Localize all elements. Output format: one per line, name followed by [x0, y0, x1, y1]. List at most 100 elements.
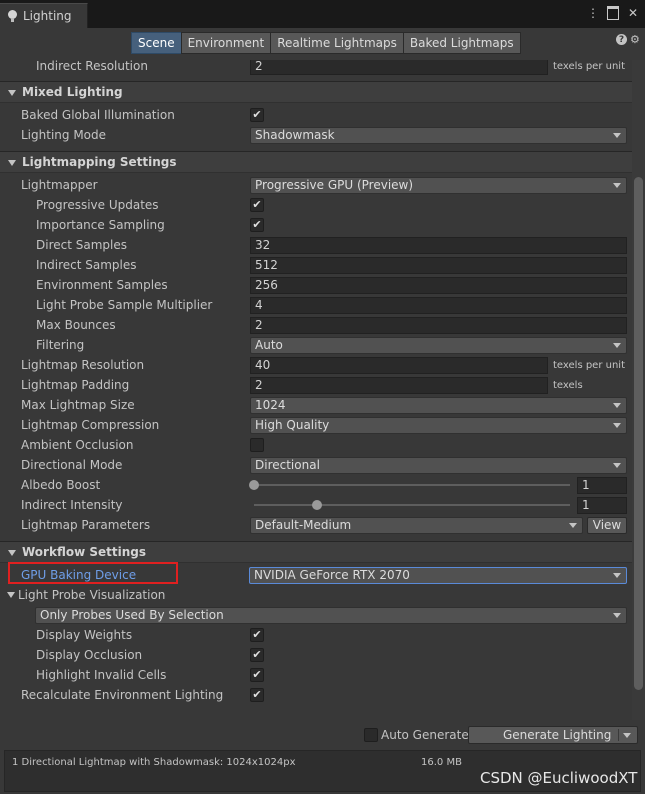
dropdown-arrow-icon [613, 572, 621, 578]
light-probe-multiplier-label: Light Probe Sample Multiplier [36, 298, 213, 312]
dropdown-value: Default-Medium [255, 518, 352, 532]
progressive-updates-label: Progressive Updates [36, 198, 159, 212]
baked-gi-checkbox[interactable]: ✔ [250, 108, 264, 122]
lightmap-parameters-dropdown[interactable]: Default-Medium [250, 516, 583, 534]
display-weights-checkbox[interactable]: ✔ [250, 628, 264, 642]
view-tabs: Scene Environment Realtime Lightmaps Bak… [131, 32, 521, 54]
albedo-boost-slider-thumb[interactable] [249, 480, 259, 490]
directional-mode-dropdown[interactable]: Directional [250, 456, 627, 474]
display-occlusion-checkbox[interactable]: ✔ [250, 648, 264, 662]
lightmap-compression-label: Lightmap Compression [21, 418, 160, 432]
lightmap-resolution-field[interactable]: 40 [250, 356, 548, 374]
dropdown-arrow-icon [613, 182, 621, 188]
light-probe-multiplier-field[interactable]: 4 [250, 296, 627, 314]
foldout-down-icon [7, 592, 15, 598]
directional-mode-row: Directional Mode Directional [0, 455, 632, 475]
lighting-mode-dropdown[interactable]: Shadowmask [250, 126, 627, 144]
indirect-resolution-field[interactable]: 2 [250, 60, 548, 75]
auto-generate-checkbox[interactable] [364, 728, 378, 742]
albedo-boost-slider[interactable] [254, 484, 570, 486]
section-mixed-lighting[interactable]: Mixed Lighting [0, 81, 632, 103]
gpu-baking-device-dropdown[interactable]: NVIDIA GeForce RTX 2070 [249, 566, 627, 584]
indirect-intensity-row: Indirect Intensity 1 [0, 495, 632, 515]
indirect-intensity-slider-thumb[interactable] [312, 500, 323, 510]
help-icon[interactable]: ? [616, 34, 627, 45]
dropdown-arrow-icon [613, 462, 621, 468]
gear-icon[interactable]: ⚙ [630, 34, 641, 45]
dropdown-arrow-icon [613, 402, 621, 408]
tab-environment[interactable]: Environment [180, 32, 272, 54]
probe-vis-mode-row: Only Probes Used By Selection [0, 605, 632, 625]
tab-scene[interactable]: Scene [131, 32, 182, 54]
gpu-baking-device-row: GPU Baking Device NVIDIA GeForce RTX 207… [0, 562, 632, 585]
lightmap-parameters-label: Lightmap Parameters [21, 518, 151, 532]
close-icon[interactable]: ✕ [627, 6, 639, 20]
lightmap-padding-label: Lightmap Padding [21, 378, 130, 392]
recalc-env-row: Recalculate Environment Lighting ✔ [0, 685, 632, 705]
recalc-env-checkbox[interactable]: ✔ [250, 688, 264, 702]
ambient-occlusion-checkbox[interactable] [250, 438, 264, 452]
auto-generate-label: Auto Generate [381, 728, 469, 742]
environment-samples-field[interactable]: 256 [250, 276, 627, 294]
scrollbar-thumb[interactable] [634, 177, 643, 690]
display-weights-row: Display Weights ✔ [0, 625, 632, 645]
lightmap-compression-dropdown[interactable]: High Quality [250, 416, 627, 434]
albedo-boost-field[interactable]: 1 [577, 476, 627, 494]
max-bounces-label: Max Bounces [36, 318, 116, 332]
foldout-down-icon [8, 550, 16, 556]
foldout-down-icon [8, 90, 16, 96]
lightmapper-dropdown[interactable]: Progressive GPU (Preview) [250, 176, 627, 194]
vertical-scrollbar[interactable] [632, 60, 645, 720]
lighting-mode-label: Lighting Mode [21, 128, 107, 142]
indirect-samples-field[interactable]: 512 [250, 256, 627, 274]
light-probe-vis-row[interactable]: Light Probe Visualization [0, 585, 632, 605]
window-titlebar: Lighting ⋮ ✕ [0, 0, 645, 28]
filtering-dropdown[interactable]: Auto [250, 336, 627, 354]
section-title: Mixed Lighting [22, 85, 123, 99]
dropdown-arrow-icon [613, 612, 621, 618]
max-lightmap-size-dropdown[interactable]: 1024 [250, 396, 627, 414]
max-bounces-field[interactable]: 2 [250, 316, 627, 334]
light-probe-vis-label: Light Probe Visualization [18, 588, 166, 602]
window-controls: ⋮ ✕ [587, 6, 639, 20]
lightmap-resolution-label: Lightmap Resolution [21, 358, 145, 372]
dropdown-arrow-icon[interactable] [623, 733, 631, 738]
maximize-icon[interactable] [607, 6, 619, 20]
dropdown-value: 1024 [255, 398, 286, 412]
highlight-invalid-row: Highlight Invalid Cells ✔ [0, 665, 632, 685]
importance-sampling-checkbox[interactable]: ✔ [250, 218, 264, 232]
section-lightmapping-settings[interactable]: Lightmapping Settings [0, 151, 632, 173]
environment-samples-label: Environment Samples [36, 278, 168, 292]
lightmap-resolution-unit: texels per unit [553, 359, 625, 371]
dropdown-arrow-icon [613, 422, 621, 428]
direct-samples-field[interactable]: 32 [250, 236, 627, 254]
filtering-row: Filtering Auto [0, 335, 632, 355]
max-lightmap-size-row: Max Lightmap Size 1024 [0, 395, 632, 415]
highlight-invalid-checkbox[interactable]: ✔ [250, 668, 264, 682]
tab-baked-lightmaps[interactable]: Baked Lightmaps [402, 32, 521, 54]
progressive-updates-checkbox[interactable]: ✔ [250, 198, 264, 212]
tab-lighting[interactable]: Lighting [0, 3, 88, 28]
generate-lighting-label: Generate Lighting [503, 728, 612, 742]
indirect-intensity-slider[interactable] [254, 504, 570, 506]
generate-lighting-button[interactable]: Generate Lighting [468, 726, 638, 744]
lightmap-parameters-row: Lightmap Parameters Default-Medium View [0, 515, 632, 535]
lighting-mode-row: Lighting Mode Shadowmask [0, 125, 632, 145]
display-weights-label: Display Weights [36, 628, 133, 642]
lightmap-padding-field[interactable]: 2 [250, 376, 548, 394]
albedo-boost-label: Albedo Boost [21, 478, 101, 492]
tab-realtime-lightmaps[interactable]: Realtime Lightmaps [270, 32, 404, 54]
probe-vis-mode-dropdown[interactable]: Only Probes Used By Selection [35, 606, 627, 624]
lighting-toolbar: Scene Environment Realtime Lightmaps Bak… [0, 28, 645, 60]
indirect-intensity-field[interactable]: 1 [577, 496, 627, 514]
progressive-updates-row: Progressive Updates ✔ [0, 195, 632, 215]
dropdown-value: Auto [255, 338, 283, 352]
button-separator [618, 729, 619, 741]
lightmap-status-panel: 1 Directional Lightmap with Shadowmask: … [4, 750, 641, 792]
section-workflow-settings[interactable]: Workflow Settings [0, 541, 632, 563]
menu-icon[interactable]: ⋮ [587, 6, 599, 20]
lightmap-padding-unit: texels [553, 379, 583, 391]
display-occlusion-row: Display Occlusion ✔ [0, 645, 632, 665]
lighting-footer: Auto Generate Generate Lighting [0, 722, 645, 748]
view-button[interactable]: View [587, 516, 627, 534]
